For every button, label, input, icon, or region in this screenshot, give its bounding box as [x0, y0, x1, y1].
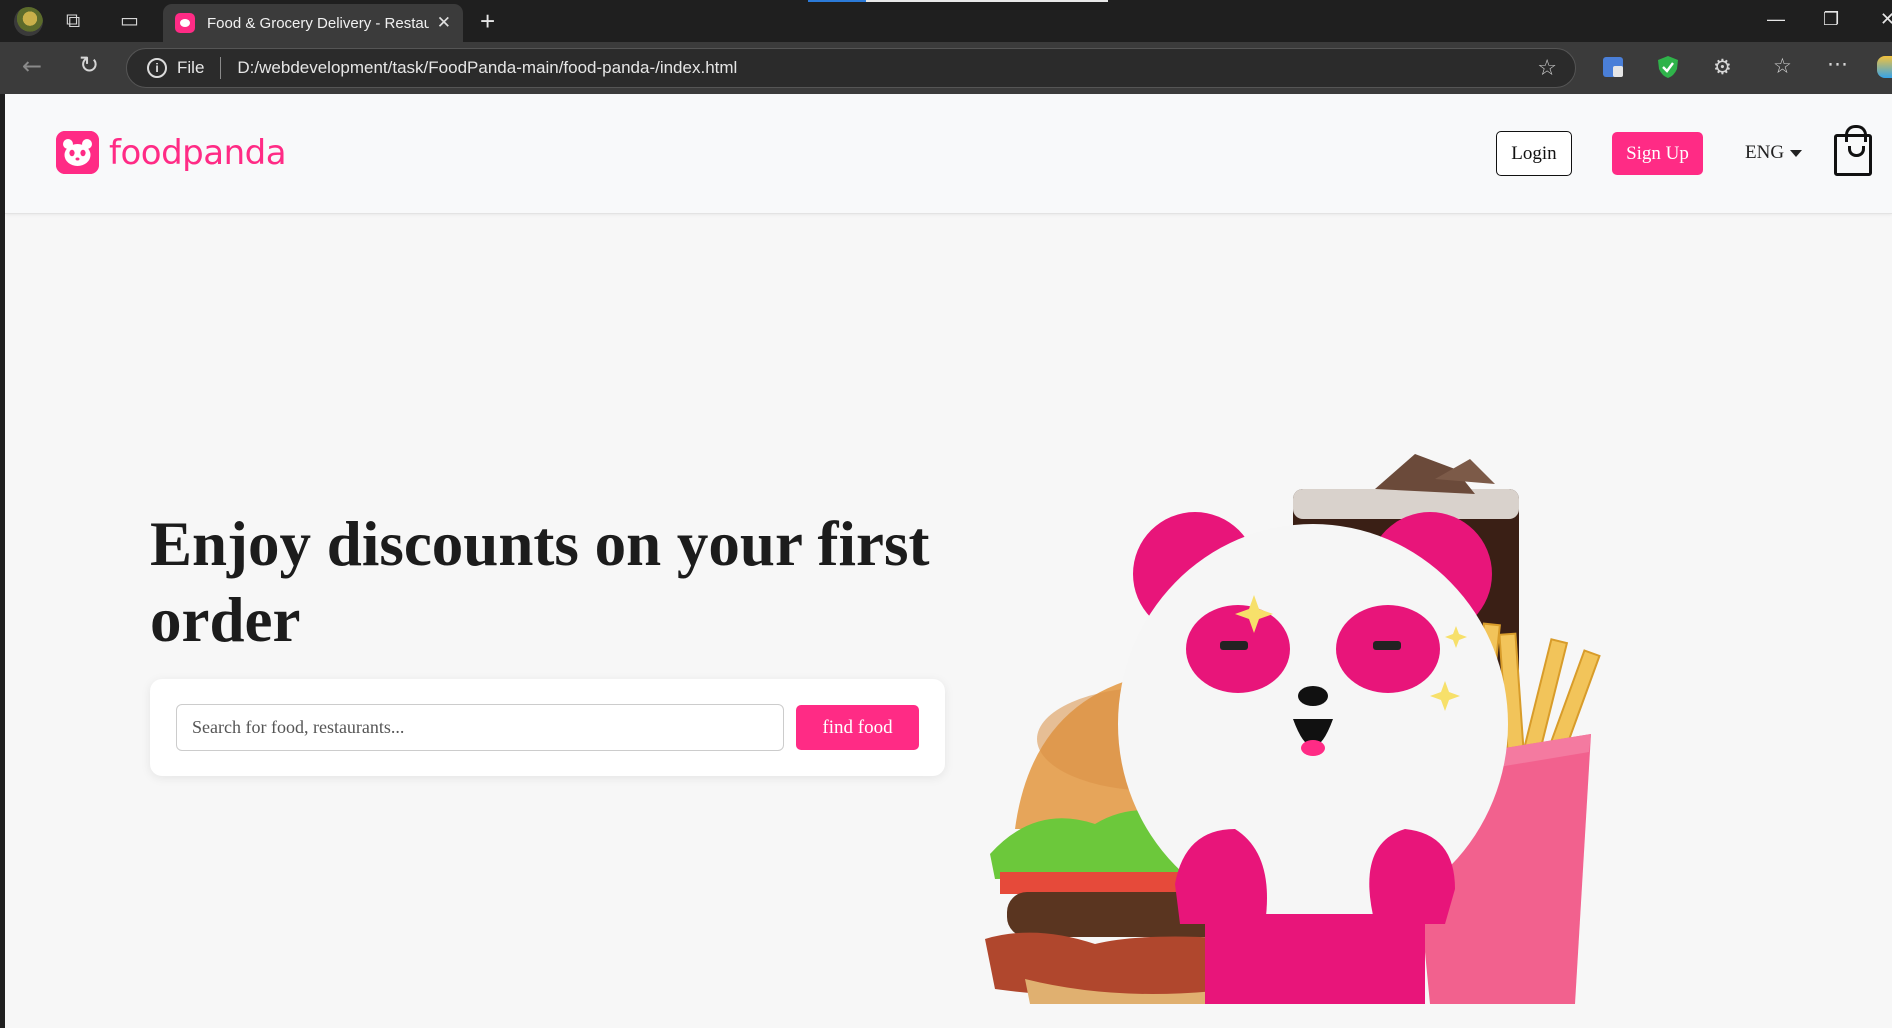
- language-selector[interactable]: ENG: [1745, 142, 1803, 164]
- page-viewport: foodpanda Login Sign Up ENG Enjoy discou…: [5, 94, 1892, 1028]
- new-tab-icon[interactable]: +: [480, 8, 495, 34]
- shopping-bag-icon[interactable]: [1834, 125, 1872, 176]
- restore-icon[interactable]: ❐: [1823, 9, 1839, 30]
- close-tab-icon[interactable]: ✕: [437, 13, 451, 33]
- divider: [220, 57, 222, 79]
- url-text[interactable]: D:/webdevelopment/task/FoodPanda-main/fo…: [237, 58, 737, 78]
- close-window-icon[interactable]: ✕: [1880, 9, 1892, 30]
- language-label: ENG: [1745, 142, 1785, 163]
- search-input[interactable]: [176, 704, 784, 751]
- login-button[interactable]: Login: [1496, 131, 1572, 176]
- browser-tab-bar: ⧉ ▭ Food & Grocery Delivery - Restau ✕ +…: [0, 0, 1892, 42]
- search-card: find food: [150, 679, 945, 776]
- workspaces-icon[interactable]: ⧉: [66, 10, 80, 30]
- copilot-icon[interactable]: [1877, 56, 1892, 78]
- extensions-puzzle-icon[interactable]: ⚙: [1713, 57, 1732, 78]
- logo-text: foodpanda: [109, 132, 287, 173]
- more-menu-icon[interactable]: ⋯: [1827, 54, 1848, 75]
- reload-icon[interactable]: ↻: [79, 53, 99, 77]
- loading-indicator: [808, 0, 1108, 2]
- shield-extension-icon[interactable]: [1657, 55, 1679, 79]
- favorite-star-icon[interactable]: ☆: [1537, 55, 1557, 81]
- back-icon[interactable]: ←: [22, 54, 42, 78]
- find-food-button[interactable]: find food: [796, 705, 919, 750]
- panda-food-illustration: [985, 454, 1601, 1004]
- site-header: foodpanda Login Sign Up ENG: [5, 94, 1892, 214]
- info-icon[interactable]: i: [147, 58, 167, 78]
- minimize-icon[interactable]: —: [1767, 9, 1785, 30]
- url-field[interactable]: i File D:/webdevelopment/task/FoodPanda-…: [126, 48, 1576, 88]
- translate-extension-icon[interactable]: [1602, 56, 1624, 78]
- favorites-icon[interactable]: ☆: [1773, 56, 1792, 77]
- panda-logo-icon: [56, 131, 99, 174]
- caret-down-icon: [1790, 149, 1803, 157]
- profile-avatar[interactable]: [14, 7, 43, 36]
- foodpanda-logo[interactable]: foodpanda: [56, 131, 287, 174]
- hero-title: Enjoy discounts on your first order: [150, 509, 930, 655]
- browser-tab-active[interactable]: Food & Grocery Delivery - Restau ✕: [163, 4, 463, 42]
- tab-title: Food & Grocery Delivery - Restau: [207, 14, 429, 32]
- vertical-tabs-icon[interactable]: ▭: [120, 10, 139, 30]
- foodpanda-favicon-icon: [175, 13, 195, 33]
- browser-address-bar: ← ↻ i File D:/webdevelopment/task/FoodPa…: [0, 42, 1892, 94]
- signup-button[interactable]: Sign Up: [1612, 132, 1703, 175]
- file-label: File: [177, 58, 205, 77]
